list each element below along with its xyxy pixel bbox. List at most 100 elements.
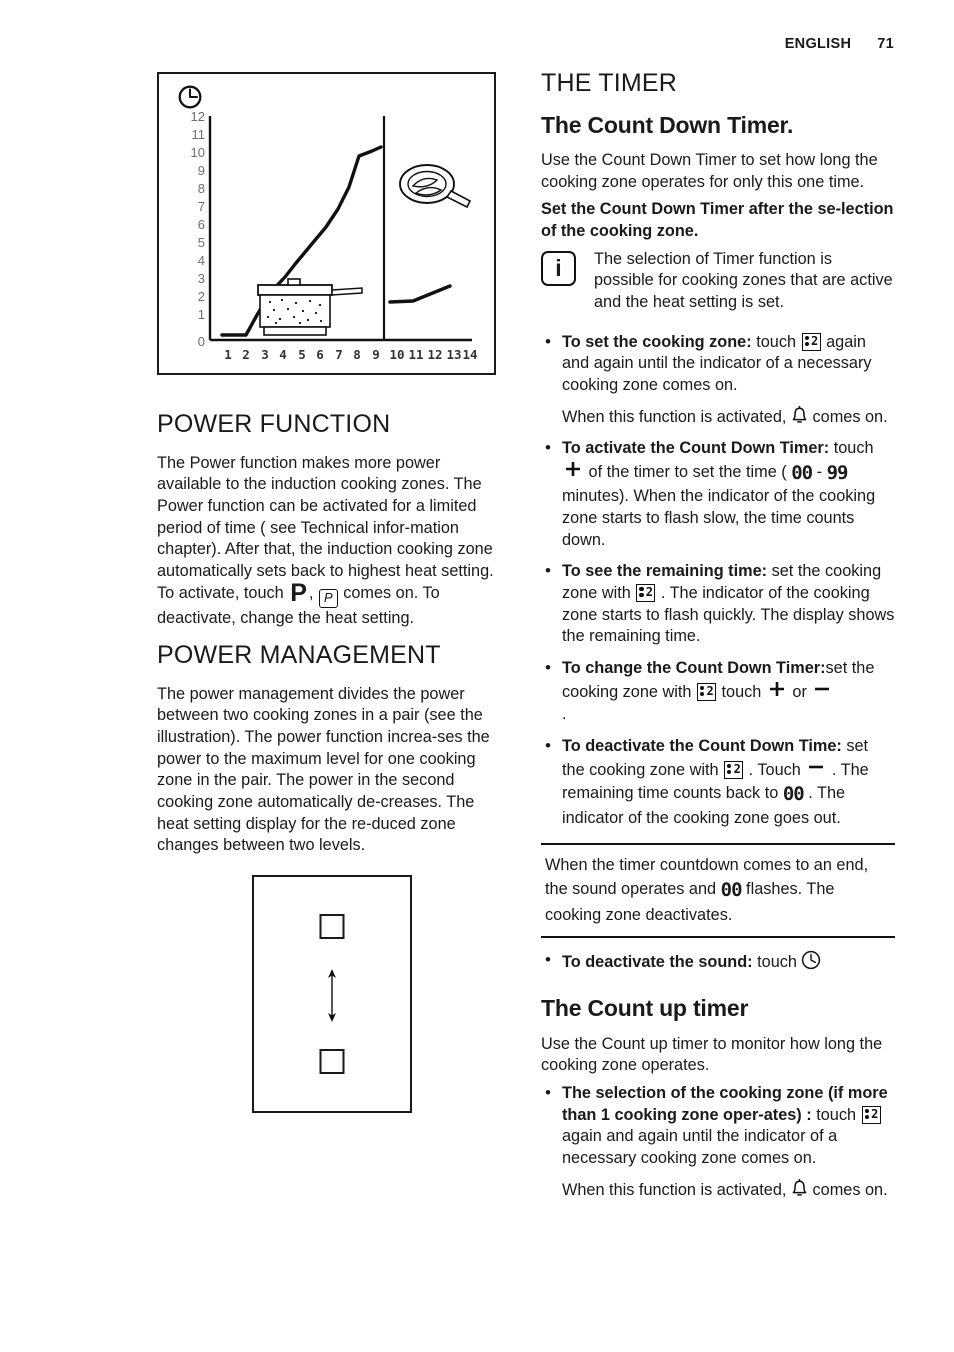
bullet-label: To deactivate the sound: [562,952,753,971]
timer-section-title: THE TIMER [541,69,678,97]
page-header: ENGLISH 71 [785,36,894,52]
cooking-zone-timer-icon[interactable]: 2 [696,682,716,701]
count-down-timer-title: The Count Down Timer. [541,111,794,138]
plus-icon[interactable] [564,460,582,485]
bullet-sub-b: comes on. [812,407,888,426]
left-column: 12 11 10 9 8 7 6 5 4 3 2 1 0 1 2 3 4 5 6… [157,72,507,1114]
power-management-paragraph: The power management divides the power b… [157,684,490,855]
sound-bullet-list: To deactivate the sound: touch [541,949,895,974]
bullet-select-cooking-zone: The selection of the cooking zone (if mo… [541,1082,895,1202]
bullet-label: To see the remaining time: [562,562,768,581]
cooking-zone-square-top [319,914,345,940]
bell-icon [791,405,808,425]
svg-text:11: 11 [192,127,206,142]
bullet-change-count-down: To change the Count Down Timer:set the c… [541,657,895,726]
svg-text:13: 13 [446,347,461,362]
bullet-label: To deactivate the Count Down Time: [562,736,842,755]
minus-icon[interactable] [807,758,825,783]
right-column: THE TIMER The Count Down Timer. Use the … [541,69,895,1211]
bullet-dash: - [816,463,823,481]
bullet-label: To set the cooking zone: [562,332,752,351]
segment-display-to: 99 [826,462,849,484]
svg-text:3: 3 [198,271,205,286]
info-icon: i [541,250,576,286]
svg-text:8: 8 [198,181,205,196]
plus-icon[interactable] [768,680,786,705]
bullet-text: touch [757,952,797,971]
bullet-text-c: minutes). When the indicator of the cook… [562,487,876,549]
svg-text:9: 9 [372,347,380,362]
info-note: i The selection of Timer function is pos… [541,249,895,314]
cooking-zone-timer-icon[interactable]: 2 [636,583,656,602]
bullet-text-a: touch [833,439,874,458]
svg-text:1: 1 [198,307,205,322]
cooking-zone-timer-icon[interactable]: 2 [801,332,821,351]
bullet-text-a: touch [756,332,797,351]
page-number: 71 [877,36,894,52]
cooking-zone-square-bottom [319,1049,345,1075]
svg-text:9: 9 [198,163,205,178]
svg-text:10: 10 [389,347,404,362]
pan-icon [399,164,472,209]
minus-icon[interactable] [813,680,831,705]
power-function-paragraph: The Power function makes more power avai… [157,453,507,630]
svg-text:11: 11 [408,347,423,362]
svg-text:12: 12 [427,347,442,362]
svg-text:12: 12 [191,109,205,124]
header-language: ENGLISH [784,36,852,52]
svg-text:6: 6 [316,347,324,362]
svg-text:8: 8 [353,347,361,362]
timer-end-note: When the timer countdown comes to an end… [541,843,895,938]
segment-display-zero: 00 [782,783,805,806]
bullet-text-b: touch [721,682,762,701]
segment-display-from: 00 [791,462,813,484]
p-glyph: P [290,578,307,607]
power-management-illustration [252,875,412,1114]
svg-text:2: 2 [242,347,250,362]
bullet-sub-b: comes on. [812,1180,888,1199]
svg-text:3: 3 [261,347,269,362]
bullet-text-b: again and again until the indicator of a… [562,1127,838,1167]
bullet-text-a: touch [816,1105,857,1124]
p-box-icon: P [319,588,338,608]
svg-text:7: 7 [198,199,205,214]
svg-text:7: 7 [335,347,343,362]
bullet-sub-a: When this function is activated, [562,1180,787,1199]
svg-text:4: 4 [279,347,287,362]
svg-text:2: 2 [198,289,205,304]
svg-text:4: 4 [198,253,205,268]
bullet-subparagraph: When this function is activated, comes o… [562,1178,895,1202]
power-function-comma: , [308,583,314,602]
power-function-text-1: The Power function makes more power avai… [157,453,494,602]
svg-text:10: 10 [191,145,205,160]
bullet-subparagraph: When this function is activated, comes o… [562,405,895,429]
pot-icon [257,278,363,336]
power-function-title: POWER FUNCTION [157,410,391,438]
count-down-bold-lead: Set the Count Down Timer after the se-le… [541,200,894,240]
bullet-text-b: . Touch [748,760,801,779]
svg-text:5: 5 [298,347,306,362]
count-up-intro: Use the Count up timer to monitor how lo… [541,1034,883,1075]
power-management-title: POWER MANAGEMENT [157,641,441,670]
info-note-text: The selection of Timer function is possi… [594,249,893,311]
segment-display-note: 00 [720,879,743,902]
bell-icon [791,1178,808,1198]
count-up-bullet-list: The selection of the cooking zone (if mo… [541,1082,895,1202]
bullet-text-c: or [792,682,807,701]
cooking-zone-timer-icon[interactable]: 2 [724,760,744,779]
bullet-text-d: . [562,705,567,724]
bullet-deactivate-count-down: To deactivate the Count Down Time: set t… [541,735,895,829]
power-chart: 12 11 10 9 8 7 6 5 4 3 2 1 0 1 2 3 4 5 6… [157,72,496,375]
bullet-label: To activate the Count Down Timer: [562,439,830,458]
bullet-deactivate-sound: To deactivate the sound: touch [541,949,895,974]
clock-icon[interactable] [801,950,821,970]
bullet-label: To change the Count Down Timer: [562,658,826,677]
chart-series-simmer [388,284,452,304]
chart-plot: 12 11 10 9 8 7 6 5 4 3 2 1 0 1 2 3 4 5 6… [191,109,478,362]
svg-text:5: 5 [198,235,205,250]
count-up-timer-title: The Count up timer [541,995,749,1022]
double-arrow-icon [325,969,339,1027]
cooking-zone-timer-icon[interactable]: 2 [861,1105,881,1124]
svg-text:6: 6 [198,217,205,232]
bullet-text-b: of the timer to set the time ( [588,463,787,481]
